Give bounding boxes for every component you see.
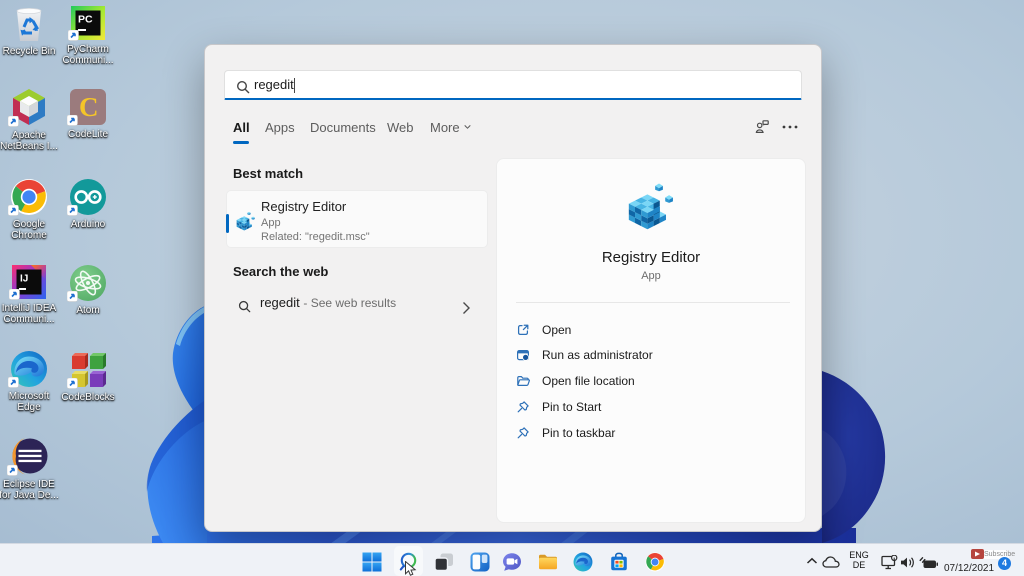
svg-text:PC: PC xyxy=(78,14,93,26)
svg-text:C: C xyxy=(79,92,99,122)
svg-text:IJ: IJ xyxy=(20,274,28,285)
